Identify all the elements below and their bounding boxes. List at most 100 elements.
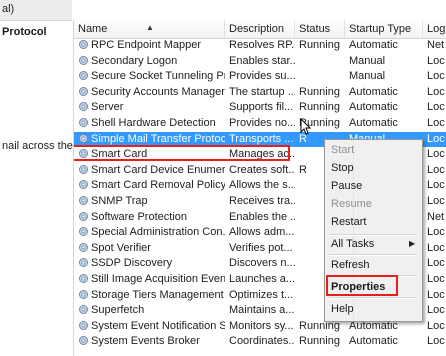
service-name-label: Software Protection: [91, 210, 187, 223]
table-row[interactable]: Secure Socket Tunneling Pr... Provides su…: [74, 69, 446, 85]
service-gear-icon: [78, 55, 88, 65]
service-gear-icon: [78, 257, 88, 268]
service-log-on-as: Loc: [427, 319, 445, 332]
service-name: Simple Mail Transfer Protoc...: [74, 132, 225, 148]
service-name-label: RPC Endpoint Mapper: [91, 39, 202, 51]
service-name: Secure Socket Tunneling Pr...: [74, 69, 225, 85]
menu-item-refresh[interactable]: Refresh: [331, 256, 370, 274]
service-log-on-as: Loc: [427, 101, 445, 114]
service-gear-icon: [78, 117, 88, 127]
service-name: Smart Card Removal Policy: [74, 178, 225, 194]
service-gear-icon: [78, 273, 88, 283]
column-header-status-label: Status: [299, 23, 331, 35]
service-gear-icon: [78, 164, 88, 174]
service-gear-icon: [78, 289, 88, 299]
service-name: Shell Hardware Detection: [74, 116, 225, 132]
service-gear-icon: [78, 211, 88, 221]
column-header-status[interactable]: Status: [295, 20, 345, 38]
service-name-label: System Event Notification S...: [91, 319, 225, 332]
column-header-startup-type-label: Startup Type: [349, 23, 412, 35]
table-row[interactable]: System Events Broker Coordinates... Runnin…: [74, 334, 446, 350]
service-gear-icon: [78, 179, 88, 190]
service-name-label: Shell Hardware Detection: [91, 116, 216, 129]
service-name: System Event Notification S...: [74, 319, 225, 335]
service-gear-icon: [78, 304, 88, 315]
service-name-label: Smart Card Device Enumera...: [91, 163, 225, 176]
service-name-label: Superfetch: [91, 304, 145, 317]
service-log-on-as: Loc: [427, 163, 445, 176]
service-gear-icon: [78, 70, 88, 81]
table-row[interactable]: Server Supports fil... Running Automatic Loc: [74, 100, 446, 116]
service-status: Running: [299, 39, 340, 51]
service-description: Discovers n...: [229, 257, 295, 270]
service-name: SNMP Trap: [74, 194, 225, 210]
service-description: Maintains a...: [229, 304, 295, 317]
service-startup-type: Automatic: [349, 101, 398, 114]
service-gear-icon: [78, 242, 88, 252]
service-name-label: Special Administration Con...: [91, 226, 225, 239]
service-name-label: Storage Tiers Management: [91, 288, 224, 301]
service-log-on-as: Loc: [427, 179, 445, 192]
service-startup-type: Manual: [349, 54, 386, 67]
column-header-description[interactable]: Description: [225, 20, 295, 38]
service-name-label: Smart Card Removal Policy: [91, 179, 225, 192]
table-row[interactable]: Security Accounts Manager The startup ...…: [74, 85, 446, 101]
service-description: Verifies pot...: [229, 241, 293, 254]
column-header-name[interactable]: Name ▲: [74, 20, 225, 38]
service-description: Transports ...: [229, 132, 294, 145]
menu-item-all-tasks[interactable]: All Tasks: [331, 235, 374, 253]
service-log-on-as: Loc: [427, 304, 445, 317]
service-description-snippet: nail across the: [2, 140, 73, 152]
service-gear-icon: [78, 39, 88, 49]
menu-item-help[interactable]: Help: [331, 300, 354, 318]
service-name: System Events Broker: [74, 334, 225, 350]
sort-ascending-icon: ▲: [146, 23, 154, 32]
service-log-on-as: Net: [427, 210, 445, 223]
service-description: Allows the s...: [229, 179, 295, 192]
service-name-label: Security Accounts Manager: [91, 85, 225, 98]
submenu-arrow-icon: ▶: [409, 239, 416, 248]
service-name: Software Protection: [74, 210, 225, 226]
service-log-on-as: Loc: [427, 257, 445, 270]
service-description: Manages ac...: [229, 148, 295, 161]
table-row[interactable]: RPC Endpoint Mapper Resolves RP... Running…: [74, 38, 446, 54]
left-pane-header: al): [0, 0, 72, 21]
service-status: [295, 69, 345, 85]
service-log-on-as: Loc: [427, 148, 445, 161]
menu-item-stop[interactable]: Stop: [331, 159, 354, 177]
service-description: Coordinates...: [229, 335, 295, 348]
column-header-description-label: Description: [229, 23, 285, 35]
menu-item-resume[interactable]: Resume: [331, 195, 372, 213]
service-startup-type: Automatic: [349, 85, 398, 98]
menu-item-restart[interactable]: Restart: [331, 213, 366, 231]
service-gear-icon: [78, 320, 88, 330]
table-row[interactable]: Secondary Logon Enables star... Manual Loc: [74, 54, 446, 70]
service-status: Running: [299, 335, 340, 348]
service-name-label: System Events Broker: [91, 335, 200, 348]
service-name-label: Secondary Logon: [91, 54, 178, 67]
menu-item-start[interactable]: Start: [331, 141, 354, 159]
service-name-label: Still Image Acquisition Events: [91, 272, 225, 285]
service-gear-icon: [78, 86, 88, 96]
service-name-label: Simple Mail Transfer Protoc...: [91, 132, 225, 145]
menu-item-properties[interactable]: Properties: [331, 278, 385, 296]
context-menu: Start Stop Pause Resume Restart All Task…: [324, 139, 423, 322]
service-startup-type: Automatic: [349, 116, 398, 129]
service-name-label: Secure Socket Tunneling Pr...: [91, 70, 225, 83]
table-header: Name ▲ Description Status Startup Type L…: [74, 20, 446, 39]
service-status: Running: [299, 85, 340, 98]
menu-item-pause[interactable]: Pause: [331, 177, 362, 195]
column-header-startup-type[interactable]: Startup Type: [345, 20, 423, 38]
service-log-on-as: Loc: [427, 54, 445, 67]
service-name: Spot Verifier: [74, 241, 225, 257]
service-log-on-as: Net: [427, 39, 445, 51]
service-description: Monitors sy...: [229, 319, 294, 332]
table-row[interactable]: Shell Hardware Detection Provides no... Ru…: [74, 116, 446, 132]
service-log-on-as: Loc: [427, 132, 445, 145]
column-header-log-on[interactable]: Log: [423, 20, 446, 38]
service-name-label: SNMP Trap: [91, 194, 148, 207]
service-gear-icon: [78, 335, 88, 346]
service-description: Allows adm...: [229, 226, 295, 239]
service-description: Creates soft...: [229, 163, 295, 176]
service-startup-type: Manual: [349, 70, 386, 83]
